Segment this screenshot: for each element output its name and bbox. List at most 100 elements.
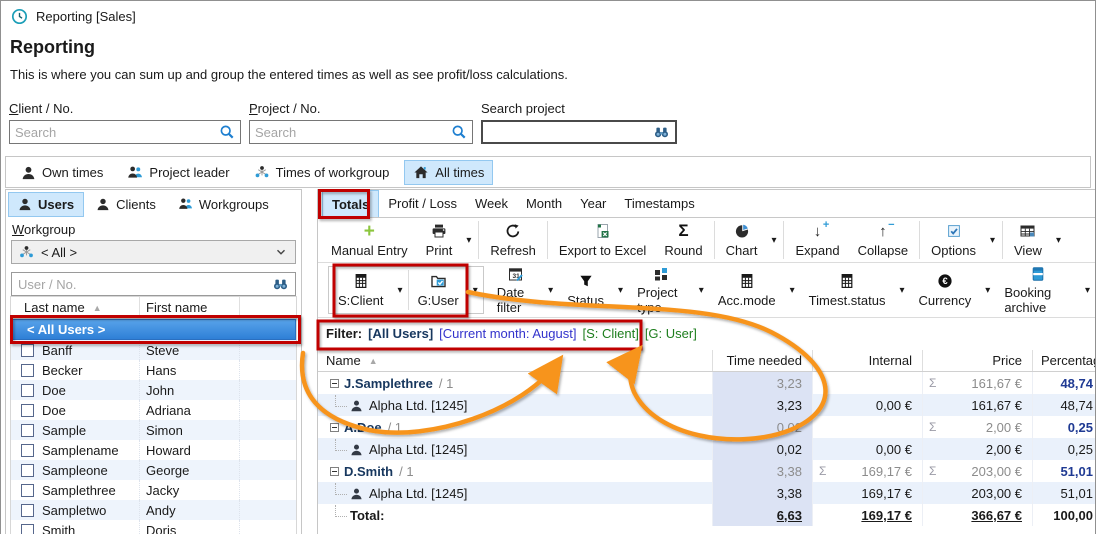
timest-status-button[interactable]: Timest.status: [800, 270, 895, 311]
client-search-input[interactable]: Search: [9, 120, 241, 144]
view-grid-icon: [1019, 223, 1036, 239]
user-row[interactable]: SampleSimon: [11, 420, 296, 440]
export-to-excel-button[interactable]: Export to Excel: [550, 220, 655, 261]
user-checkbox[interactable]: [21, 404, 34, 417]
user-row[interactable]: SamplethreeJacky: [11, 480, 296, 500]
options-button[interactable]: Options: [922, 220, 985, 261]
user-row[interactable]: BeckerHans: [11, 360, 296, 380]
tab-project-leader[interactable]: Project leader: [118, 160, 238, 185]
user-search-input[interactable]: User / No.: [11, 272, 296, 296]
sort-client-dropdown-arrow[interactable]: ▾: [393, 285, 408, 296]
user-checkbox[interactable]: [21, 384, 34, 397]
totals-table: Name ▲ Time needed Internal Price Percen…: [318, 350, 1095, 534]
calculator-grid-icon: [839, 273, 855, 289]
tree-connector: [335, 439, 347, 451]
project-type-dropdown-arrow[interactable]: ▾: [694, 285, 709, 296]
tab-own-times[interactable]: Own times: [12, 160, 112, 185]
booking-archive-dropdown-arrow[interactable]: ▾: [1080, 285, 1095, 296]
user-checkbox[interactable]: [21, 464, 34, 477]
print-dropdown-arrow[interactable]: ▾: [461, 235, 476, 246]
user-checkbox[interactable]: [21, 524, 34, 535]
column-header-time-needed[interactable]: Time needed: [712, 350, 812, 371]
expand-button[interactable]: ↓+ Expand: [786, 220, 848, 261]
date-filter-dropdown-arrow[interactable]: ▾: [543, 285, 558, 296]
column-header-name[interactable]: Name ▲: [318, 350, 712, 371]
tab-timestamps[interactable]: Timestamps: [615, 190, 703, 217]
user-checkbox[interactable]: [21, 504, 34, 517]
tab-totals[interactable]: Totals: [322, 190, 379, 217]
table-row-child[interactable]: Alpha Ltd. [1245] 0,02 0,00 € 2,00 € 0,2…: [318, 438, 1095, 460]
workgroup-dropdown[interactable]: < All >: [11, 240, 296, 264]
currency-button[interactable]: Currency: [910, 270, 981, 311]
table-row-group[interactable]: D.Smith/ 1 3,38 Σ169,17 € Σ203,00 € 51,0…: [318, 460, 1095, 482]
print-button[interactable]: Print: [417, 220, 462, 261]
sort-client-button[interactable]: S:Client: [329, 270, 393, 311]
refresh-button[interactable]: Refresh: [481, 220, 545, 261]
tab-month[interactable]: Month: [517, 190, 571, 217]
all-users-row[interactable]: < All Users >: [11, 319, 296, 340]
table-row-group[interactable]: A.Doe/ 1 0,02 Σ2,00 € 0,25: [318, 416, 1095, 438]
chart-dropdown-arrow[interactable]: ▾: [766, 235, 781, 246]
tab-workgroups[interactable]: Workgroups: [168, 192, 279, 217]
user-checkbox[interactable]: [21, 364, 34, 377]
group-icon: [127, 165, 143, 180]
date-filter-button[interactable]: Date filter: [488, 262, 543, 318]
user-checkbox[interactable]: [21, 424, 34, 437]
column-header-first-name[interactable]: First name: [139, 297, 239, 318]
user-row[interactable]: SampleoneGeorge: [11, 460, 296, 480]
workgroup-value: < All >: [41, 245, 77, 260]
collapse-expander-icon[interactable]: [330, 467, 339, 476]
binoculars-icon[interactable]: [272, 276, 289, 292]
user-row[interactable]: SampletwoAndy: [11, 500, 296, 520]
round-button[interactable]: Σ Round: [655, 220, 711, 261]
view-dropdown-arrow[interactable]: ▾: [1051, 235, 1066, 246]
clock-icon: [11, 8, 28, 25]
collapse-expander-icon[interactable]: [330, 379, 339, 388]
user-row[interactable]: SmithDoris: [11, 520, 296, 534]
tab-all-times[interactable]: All times: [404, 160, 493, 185]
chevron-down-icon[interactable]: [274, 245, 288, 259]
collapse-button[interactable]: ↑− Collapse: [849, 220, 918, 261]
tab-users[interactable]: Users: [8, 192, 84, 217]
table-row-group[interactable]: J.Samplethree/ 1 3,23 Σ161,67 € 48,74: [318, 372, 1095, 394]
user-row[interactable]: SamplenameHoward: [11, 440, 296, 460]
collapse-expander-icon[interactable]: [330, 423, 339, 432]
tab-clients[interactable]: Clients: [86, 192, 166, 217]
tab-year[interactable]: Year: [571, 190, 615, 217]
magnifier-icon[interactable]: [451, 124, 467, 140]
column-header-percentage[interactable]: Percentage: [1032, 350, 1095, 371]
table-row-child[interactable]: Alpha Ltd. [1245] 3,23 0,00 € 161,67 € 4…: [318, 394, 1095, 416]
view-button[interactable]: View: [1005, 220, 1051, 261]
options-dropdown-arrow[interactable]: ▾: [985, 235, 1000, 246]
project-search-input[interactable]: Search: [249, 120, 473, 144]
manual-entry-button[interactable]: + Manual Entry: [322, 220, 417, 261]
magnifier-icon[interactable]: [219, 124, 235, 140]
acc-mode-dropdown-arrow[interactable]: ▾: [785, 285, 800, 296]
group-user-dropdown-arrow[interactable]: ▾: [468, 285, 483, 296]
user-checkbox[interactable]: [21, 484, 34, 497]
status-dropdown-arrow[interactable]: ▾: [613, 285, 628, 296]
group-user-button[interactable]: G:User: [409, 270, 468, 311]
booking-archive-button[interactable]: Booking archive: [995, 262, 1080, 318]
column-header-internal[interactable]: Internal: [812, 350, 922, 371]
user-row[interactable]: DoeAdriana: [11, 400, 296, 420]
user-checkbox[interactable]: [21, 444, 34, 457]
binoculars-icon[interactable]: [653, 124, 670, 140]
user-row[interactable]: BanffSteve: [11, 340, 296, 360]
table-row-child[interactable]: Alpha Ltd. [1245] 3,38 169,17 € 203,00 €…: [318, 482, 1095, 504]
column-header-price[interactable]: Price: [922, 350, 1032, 371]
search-project-input[interactable]: [481, 120, 677, 144]
chart-button[interactable]: Chart: [717, 220, 767, 261]
tab-profit-loss[interactable]: Profit / Loss: [379, 190, 466, 217]
currency-dropdown-arrow[interactable]: ▾: [980, 285, 995, 296]
tab-times-of-workgroup[interactable]: Times of workgroup: [245, 160, 399, 185]
user-checkbox[interactable]: [21, 344, 34, 357]
status-button[interactable]: Status: [558, 270, 613, 311]
user-row[interactable]: DoeJohn: [11, 380, 296, 400]
tab-week[interactable]: Week: [466, 190, 517, 217]
column-header-last-name[interactable]: Last name ▲: [11, 300, 139, 315]
group-icon: [178, 197, 193, 211]
timest-status-dropdown-arrow[interactable]: ▾: [895, 285, 910, 296]
project-type-button[interactable]: Project type: [628, 262, 694, 318]
acc-mode-button[interactable]: Acc.mode: [709, 270, 785, 311]
